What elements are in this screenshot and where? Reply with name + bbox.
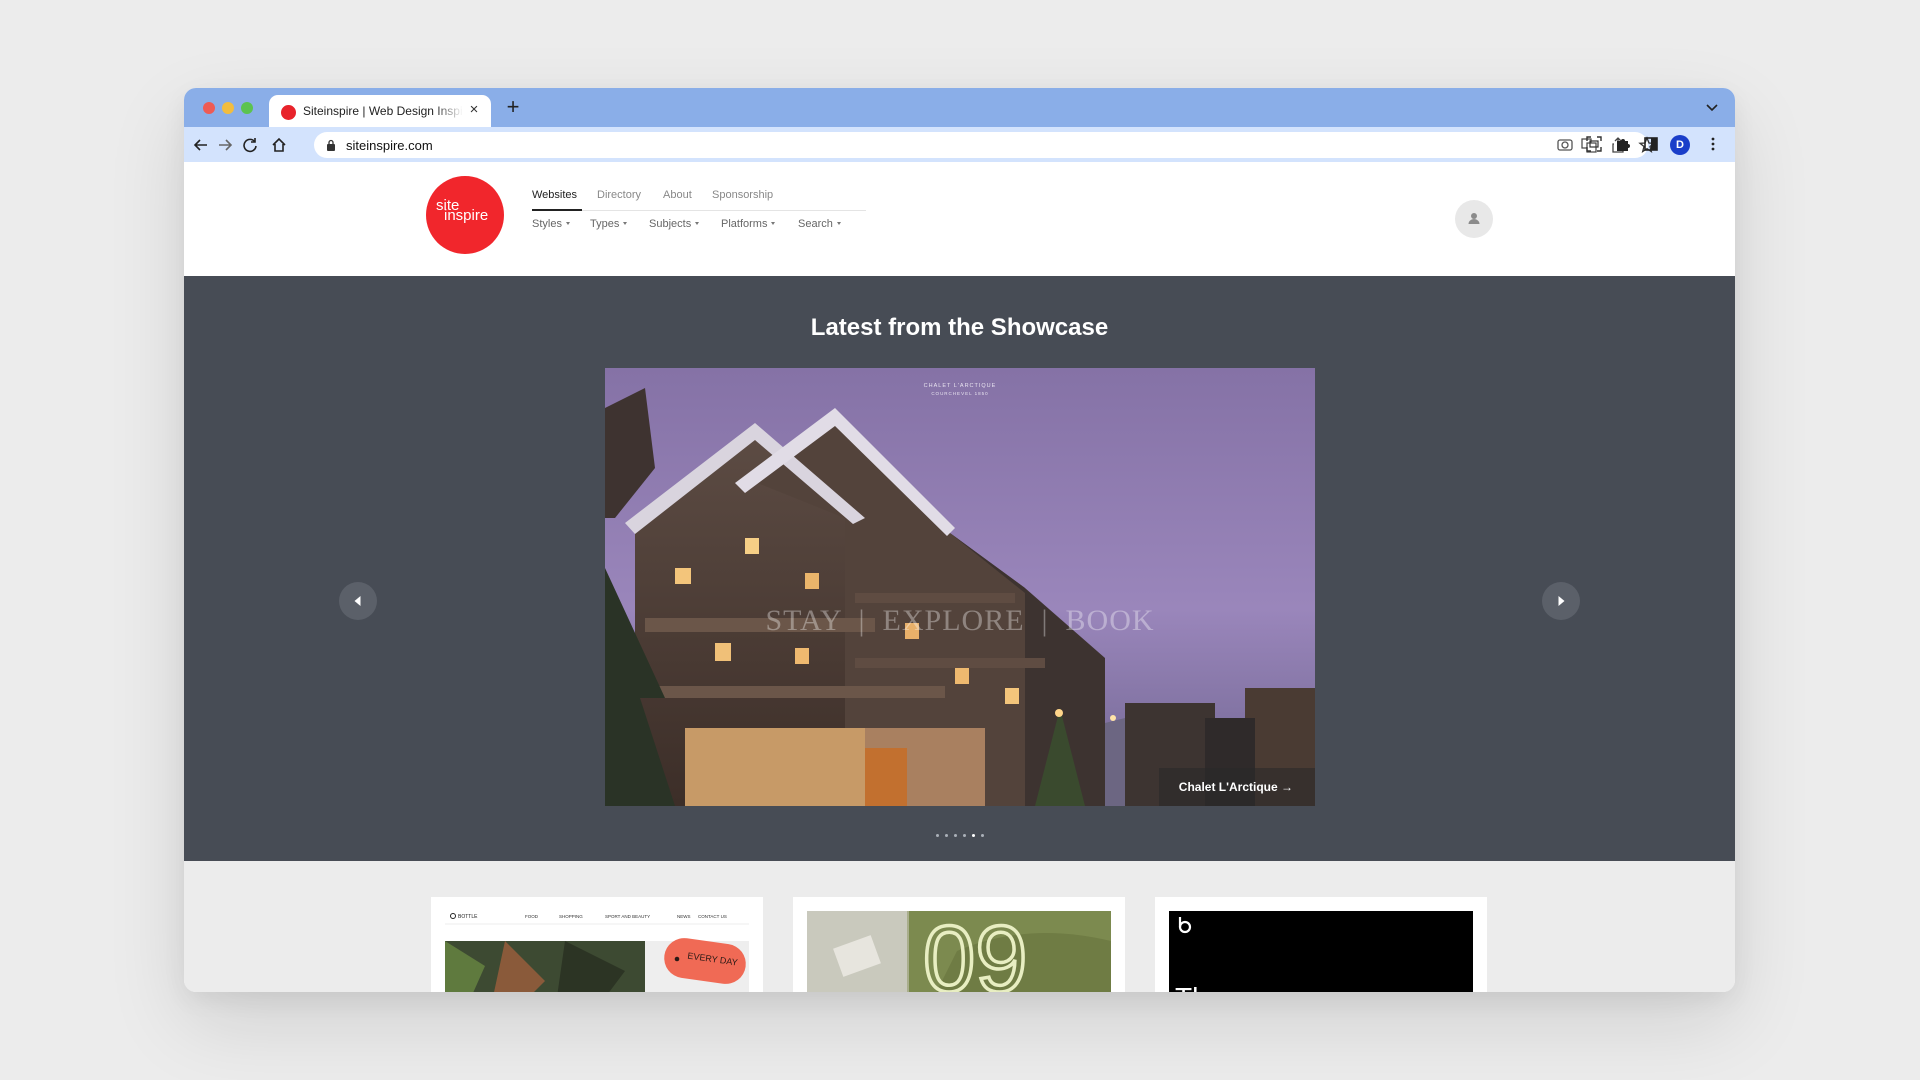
filter-platforms[interactable]: Platforms bbox=[721, 218, 776, 230]
slide-menu-overlay: STAY | EXPLORE | BOOK bbox=[765, 604, 1154, 637]
next-slide-button[interactable] bbox=[1542, 582, 1580, 620]
more-menu-icon[interactable] bbox=[1704, 135, 1722, 153]
showcase-section: Latest from the Showcase CHALET L'ARCTIQ… bbox=[184, 276, 1735, 861]
site-header: site inspire Websites Directory About Sp… bbox=[184, 162, 1735, 276]
slide-screenshot: CHALET L'ARCTIQUE COURCHEVEL 1850 STAY |… bbox=[605, 368, 1315, 806]
website-card[interactable]: BOTTLE FOOD SHOPPING SPORT AND BEAUTY NE… bbox=[431, 897, 763, 992]
card-thumbnail: 09 bbox=[807, 911, 1111, 992]
pagination-dot[interactable] bbox=[953, 834, 957, 837]
active-nav-underline bbox=[532, 209, 582, 211]
pagination-dot[interactable] bbox=[980, 834, 984, 837]
caret-down-icon bbox=[695, 222, 700, 225]
url-text[interactable]: siteinspire.com bbox=[346, 138, 433, 153]
nav-directory[interactable]: Directory bbox=[597, 189, 641, 201]
filter-search[interactable]: Search bbox=[798, 218, 841, 230]
user-account-button[interactable] bbox=[1455, 200, 1493, 238]
nav-about[interactable]: About bbox=[663, 189, 692, 201]
profile-avatar[interactable]: D bbox=[1670, 135, 1690, 155]
filter-platforms-label: Platforms bbox=[721, 218, 768, 230]
nav-websites[interactable]: Websites bbox=[532, 189, 577, 201]
card3-text: The bbox=[1175, 982, 1223, 992]
triangle-left-icon bbox=[354, 596, 361, 606]
logo-text-inspire: inspire bbox=[444, 207, 489, 224]
reload-icon[interactable] bbox=[239, 134, 261, 156]
card1-nav-shopping: SHOPPING bbox=[559, 914, 583, 919]
tab-close-icon[interactable]: × bbox=[465, 101, 483, 119]
browser-toolbar: siteinspire.com D bbox=[184, 127, 1735, 162]
browser-window: Siteinspire | Web Design Inspiration × + bbox=[184, 88, 1735, 992]
side-panel-icon[interactable] bbox=[1642, 135, 1660, 153]
triangle-right-icon bbox=[1558, 596, 1565, 606]
home-icon[interactable] bbox=[268, 134, 290, 156]
pagination-dot-active[interactable] bbox=[971, 834, 975, 837]
filter-types-label: Types bbox=[590, 218, 620, 230]
tab-title: Siteinspire | Web Design Inspiration bbox=[303, 104, 463, 118]
caret-down-icon bbox=[565, 222, 570, 225]
filter-styles[interactable]: Styles bbox=[532, 218, 570, 230]
pagination-dot[interactable] bbox=[935, 834, 939, 837]
tab-strip: Siteinspire | Web Design Inspiration × + bbox=[184, 88, 1735, 127]
pagination-dot[interactable] bbox=[944, 834, 948, 837]
slide-brand-line2: COURCHEVEL 1850 bbox=[931, 391, 988, 396]
slide-caption-link[interactable]: Chalet L'Arctique → bbox=[1158, 768, 1315, 806]
filter-subjects-label: Subjects bbox=[649, 218, 692, 230]
nav-sponsorship[interactable]: Sponsorship bbox=[712, 189, 773, 201]
previous-slide-button[interactable] bbox=[339, 582, 377, 620]
website-cards-section: BOTTLE FOOD SHOPPING SPORT AND BEAUTY NE… bbox=[184, 861, 1735, 992]
card1-brand: BOTTLE bbox=[458, 914, 478, 920]
filter-types[interactable]: Types bbox=[590, 218, 628, 230]
website-card[interactable]: 09 bbox=[793, 897, 1125, 992]
favicon-icon bbox=[281, 105, 296, 120]
filter-styles-label: Styles bbox=[532, 218, 562, 230]
card1-nav-news: NEWS bbox=[677, 914, 691, 919]
filter-search-label: Search bbox=[798, 218, 833, 230]
slide-pagination bbox=[184, 824, 1735, 842]
lock-icon[interactable] bbox=[326, 139, 336, 151]
maximize-window-button[interactable] bbox=[241, 102, 253, 114]
minimize-window-button[interactable] bbox=[222, 102, 234, 114]
card1-nav-food: FOOD bbox=[525, 914, 539, 919]
card-thumbnail: The bbox=[1169, 911, 1473, 992]
address-bar[interactable]: siteinspire.com bbox=[314, 132, 1656, 158]
slide-brand-line1: CHALET L'ARCTIQUE bbox=[924, 383, 997, 389]
extensions-puzzle-icon[interactable] bbox=[1614, 135, 1632, 153]
browser-tab[interactable]: Siteinspire | Web Design Inspiration × bbox=[269, 95, 491, 127]
chevron-down-icon[interactable] bbox=[1703, 98, 1721, 116]
card-thumbnail: BOTTLE FOOD SHOPPING SPORT AND BEAUTY NE… bbox=[445, 911, 749, 992]
screenshot-icon[interactable] bbox=[1585, 135, 1603, 153]
showcase-title: Latest from the Showcase bbox=[810, 314, 1109, 341]
card1-nav-sport: SPORT AND BEAUTY bbox=[605, 914, 650, 919]
pagination-dot[interactable] bbox=[962, 834, 966, 837]
camera-icon[interactable] bbox=[1556, 135, 1574, 153]
filter-subjects[interactable]: Subjects bbox=[649, 218, 700, 230]
close-window-button[interactable] bbox=[203, 102, 215, 114]
new-tab-button[interactable]: + bbox=[502, 96, 524, 118]
user-icon bbox=[1468, 213, 1480, 224]
forward-arrow-icon[interactable] bbox=[214, 134, 236, 156]
caret-down-icon bbox=[836, 222, 841, 225]
card1-nav-contact: CONTACT US bbox=[698, 914, 727, 919]
showcase-slide[interactable]: CHALET L'ARCTIQUE COURCHEVEL 1850 STAY |… bbox=[605, 368, 1315, 806]
caret-down-icon bbox=[771, 222, 776, 225]
back-arrow-icon[interactable] bbox=[190, 134, 212, 156]
siteinspire-logo[interactable]: site inspire bbox=[426, 176, 504, 254]
card2-number: 09 bbox=[923, 911, 1028, 992]
primary-nav: Websites Directory About Sponsorship bbox=[532, 189, 866, 211]
website-card[interactable]: The bbox=[1155, 897, 1487, 992]
caret-down-icon bbox=[623, 222, 628, 225]
